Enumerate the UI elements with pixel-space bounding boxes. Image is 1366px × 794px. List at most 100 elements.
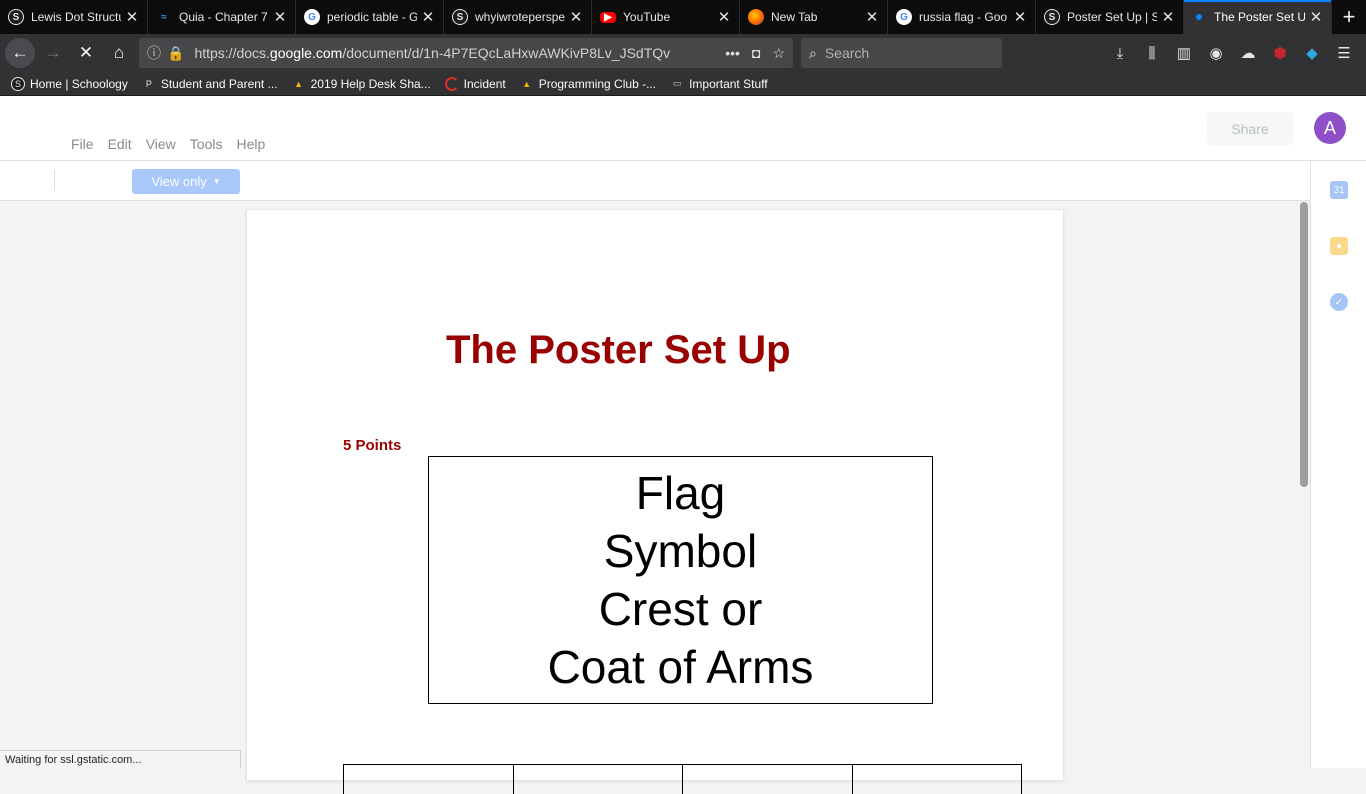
lock-icon: 🔒 [167,44,185,61]
tab-title: Lewis Dot Structu [31,10,121,24]
flag-box-line: Coat of Arms [547,641,814,693]
search-placeholder: Search [824,45,870,61]
docs-header: File Edit View Tools Help Share A [0,96,1366,161]
schoology-icon: S [11,76,25,91]
bookmark-label: Incident [463,76,506,91]
menu-help[interactable]: Help [236,136,265,152]
forward-button[interactable]: → [38,38,68,68]
keep-icon[interactable]: ● [1330,237,1348,255]
tab-strip: S Lewis Dot Structu ✕ ≈ Quia - Chapter 7… [0,0,1366,34]
library-icon[interactable]: ⫼ [1136,45,1168,62]
close-icon[interactable]: ✕ [1309,8,1323,26]
tab-russia-flag[interactable]: G russia flag - Goo ✕ [888,0,1036,34]
view-only-label: View only [151,174,207,189]
flag-box-line: Flag [635,467,726,519]
bookmark-item[interactable]: S Home | Schoology [11,76,128,91]
flag-box-line: Crest or [598,583,763,635]
view-only-button[interactable]: View only ▼ [132,169,240,194]
menu-view[interactable]: View [146,136,176,152]
info-icon[interactable]: ⓘ [147,43,161,63]
search-input[interactable]: ⌕ Search [801,38,1002,68]
folder-icon: ▭ [672,78,682,88]
extension-blue-icon[interactable]: ◆ [1296,44,1328,62]
firefox-icon [748,9,764,25]
bookmark-star-icon[interactable]: ☆ [772,45,785,62]
bookmark-item[interactable]: ▲ 2019 Help Desk Sha... [292,77,431,91]
tab-poster-set-up-schoology[interactable]: S Poster Set Up | S ✕ [1036,0,1184,34]
menu-edit[interactable]: Edit [108,136,132,152]
tab-periodic-table[interactable]: G periodic table - G ✕ [296,0,444,34]
search-icon: ⌕ [809,44,817,61]
menu-file[interactable]: File [71,136,94,152]
home-button[interactable]: ⌂ [104,38,134,68]
document-page: The Poster Set Up 5 Points Flag Symbol C… [247,210,1063,794]
tab-new-tab[interactable]: New Tab ✕ [740,0,888,34]
avatar[interactable]: A [1314,112,1346,144]
calendar-icon[interactable]: 31 [1330,181,1348,199]
table-cell [512,765,683,794]
bottom-table [343,764,1022,794]
bookmark-item[interactable]: ▲ Programming Club -... [520,77,656,91]
schoology-icon: S [1044,9,1060,25]
bookmark-label: Important Stuff [689,76,768,91]
tab-title: New Tab [771,10,818,24]
back-button[interactable]: ← [5,38,35,68]
page-title: The Poster Set Up [446,328,791,372]
url-text: https://docs.google.com/document/d/1n-4P… [194,45,671,61]
share-button[interactable]: Share [1207,112,1293,145]
bookmarks-bar: S Home | Schoology P Student and Parent … [0,72,1366,96]
close-icon[interactable]: ✕ [125,8,139,26]
bookmark-label: Student and Parent ... [160,76,278,91]
menu-bar: File Edit View Tools Help [71,136,279,152]
docs-toolbar: View only ▼ [0,161,1310,201]
extension-icon[interactable]: ☁ [1232,44,1264,62]
tab-title: Poster Set Up | S [1067,10,1157,24]
navigation-bar: ← → ✕ ⌂ ⓘ 🔒 https://docs.google.com/docu… [0,34,1366,72]
table-cell [343,765,513,794]
tab-whyiwrote[interactable]: S whyiwroteperspe ✕ [444,0,592,34]
bookmark-label: Home | Schoology [30,76,128,91]
side-panel: 31 ● ✓ [1310,161,1366,768]
close-icon[interactable]: ✕ [421,8,435,26]
tab-poster-set-up-docs[interactable]: The Poster Set U ✕ [1184,0,1332,34]
ublock-icon[interactable]: ⬢ [1264,44,1296,62]
youtube-icon: ▶ [600,11,616,23]
close-icon[interactable]: ✕ [1013,8,1027,26]
stop-loading-button[interactable]: ✕ [71,38,101,68]
tab-title: Quia - Chapter 7 [179,10,268,24]
powerschool-icon: P [145,78,152,89]
tab-youtube[interactable]: ▶ YouTube ✕ [592,0,740,34]
new-tab-button[interactable]: + [1332,0,1366,34]
chevron-down-icon: ▼ [212,177,221,186]
sidebar-icon[interactable]: ▥ [1168,44,1200,62]
menu-icon[interactable]: ☰ [1328,44,1360,62]
url-bar[interactable]: ⓘ 🔒 https://docs.google.com/document/d/1… [139,38,793,68]
tab-lewis-dot[interactable]: S Lewis Dot Structu ✕ [0,0,148,34]
downloads-icon[interactable]: ⤓ [1104,45,1136,62]
bookmark-label: 2019 Help Desk Sha... [310,76,431,91]
quia-icon: ≈ [161,11,167,23]
close-icon[interactable]: ✕ [1161,8,1175,26]
bookmark-item[interactable]: P Student and Parent ... [142,77,278,91]
close-icon[interactable]: ✕ [717,8,731,26]
flag-box-line: Symbol [603,525,758,577]
points-label: 5 Points [343,437,402,454]
schoology-icon: S [452,9,468,25]
vertical-scrollbar[interactable] [1300,202,1308,487]
close-icon[interactable]: ✕ [865,8,879,26]
toolbar-divider [54,170,55,191]
page-actions-icon[interactable]: ••• [725,45,740,61]
tab-quia[interactable]: ≈ Quia - Chapter 7 ✕ [148,0,296,34]
close-icon[interactable]: ✕ [569,8,583,26]
bookmark-item[interactable]: ▭ Important Stuff [670,77,768,91]
pocket-icon[interactable]: ◘ [752,45,760,61]
tab-title: YouTube [623,10,671,24]
close-icon[interactable]: ✕ [273,8,287,26]
google-icon: G [896,9,912,25]
google-drive-icon: ▲ [294,78,304,89]
tasks-icon[interactable]: ✓ [1330,293,1348,311]
account-icon[interactable]: ◉ [1200,44,1232,62]
bookmark-label: Programming Club -... [538,76,657,91]
menu-tools[interactable]: Tools [190,136,223,152]
bookmark-item[interactable]: Incident [444,76,506,91]
